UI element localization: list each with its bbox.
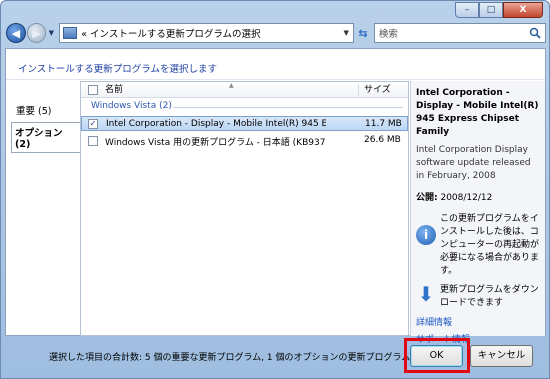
caption-buttons: – □ X [455, 2, 543, 18]
published-date: 2008/12/12 [440, 193, 493, 203]
search-input[interactable]: 検索 [379, 26, 525, 40]
details-published: 公開: 2008/12/12 [416, 190, 540, 203]
forward-arrow-icon: ▶ [32, 26, 41, 40]
address-path: « インストールする更新プログラムの選択 [81, 29, 261, 40]
group-header: Windows Vista (2) [91, 101, 172, 111]
column-size-header[interactable]: サイズ [364, 82, 391, 98]
tab-optional[interactable]: オプション (2) [11, 122, 81, 153]
details-description: Intel Corporation Display software updat… [416, 145, 531, 181]
back-button[interactable]: ◀ [6, 23, 26, 43]
category-tabs: 重要 (5) オプション (2) [6, 81, 81, 335]
minimize-button[interactable]: – [455, 2, 479, 18]
windows-update-icon [63, 27, 78, 39]
cancel-button[interactable]: キャンセル [470, 345, 533, 367]
group-divider [173, 107, 403, 108]
update-size: 11.7 MB [365, 119, 402, 129]
sort-ascending-icon: ▲ [229, 82, 234, 89]
search-icon[interactable] [525, 24, 545, 42]
navigation-bar: ◀ ▶ ▼ « インストールする更新プログラムの選択 ▼ ⇆ 検索 [6, 21, 546, 45]
close-button[interactable]: X [503, 2, 543, 18]
details-pane: Intel Corporation - Display - Mobile Int… [410, 81, 545, 345]
list-item[interactable]: ✓ Intel Corporation - Display - Mobile I… [81, 116, 408, 131]
search-box[interactable]: 検索 [373, 23, 546, 43]
tab-important[interactable]: 重要 (5) [13, 101, 54, 119]
details-title: Intel Corporation - Display - Mobile Int… [416, 88, 539, 137]
select-all-checkbox[interactable] [88, 85, 98, 95]
update-checkbox[interactable]: ✓ [88, 119, 98, 129]
download-note-text: 更新プログラムをダウンロードできます [440, 285, 539, 308]
restart-note-text: この更新プログラムをインストールした後は、コンピューターの再起動が必要になる場合… [440, 214, 540, 276]
info-shield-icon: i [416, 225, 436, 245]
update-size: 26.6 MB [364, 135, 401, 145]
refresh-icon: ⇆ [358, 26, 368, 40]
title-divider [6, 79, 545, 80]
column-name-header[interactable]: 名前 [105, 82, 123, 98]
content-pane: インストールする更新プログラムを選択します 重要 (5) オプション (2) 名… [5, 48, 546, 345]
more-info-link[interactable]: 詳細情報 [416, 315, 540, 328]
update-checkbox[interactable] [88, 136, 98, 146]
update-list: 名前 ▲ サイズ Windows Vista (2) ✓ Intel Corpo… [80, 81, 409, 336]
refresh-button[interactable]: ⇆ [354, 23, 372, 43]
download-arrow-icon: ⬇ [417, 282, 435, 306]
address-dropdown-icon[interactable]: ▼ [339, 29, 353, 37]
forward-button[interactable]: ▶ [26, 23, 47, 43]
list-header: 名前 ▲ サイズ [81, 82, 408, 98]
published-label: 公開: [416, 193, 438, 203]
window-frame: – □ X ◀ ▶ ▼ « インストールする更新プログラムの選択 ▼ ⇆ 検索 … [0, 0, 550, 379]
maximize-button[interactable]: □ [479, 2, 503, 18]
download-note: ⬇ 更新プログラムをダウンロードできます [416, 284, 540, 310]
page-title: インストールする更新プログラムを選択します [18, 64, 218, 75]
address-bar[interactable]: « インストールする更新プログラムの選択 ▼ [59, 23, 355, 43]
column-divider[interactable] [358, 84, 359, 96]
ok-highlight-box [404, 338, 470, 373]
selection-summary: 選択した項目の合計数: 5 個の重要な更新プログラム, 1 個のオプションの更新… [49, 353, 411, 363]
list-item[interactable]: Windows Vista 用の更新プログラム - 日本語 (KB937286)… [81, 133, 408, 148]
update-name: Windows Vista 用の更新プログラム - 日本語 (KB937286) [105, 138, 325, 148]
back-arrow-icon: ◀ [11, 26, 21, 40]
history-dropdown[interactable]: ▼ [46, 29, 56, 37]
update-name: Intel Corporation - Display - Mobile Int… [106, 119, 326, 129]
restart-note: i この更新プログラムをインストールした後は、コンピューターの再起動が必要になる… [416, 213, 540, 278]
footer-bar: 選択した項目の合計数: 5 個の重要な更新プログラム, 1 個のオプションの更新… [5, 337, 546, 375]
